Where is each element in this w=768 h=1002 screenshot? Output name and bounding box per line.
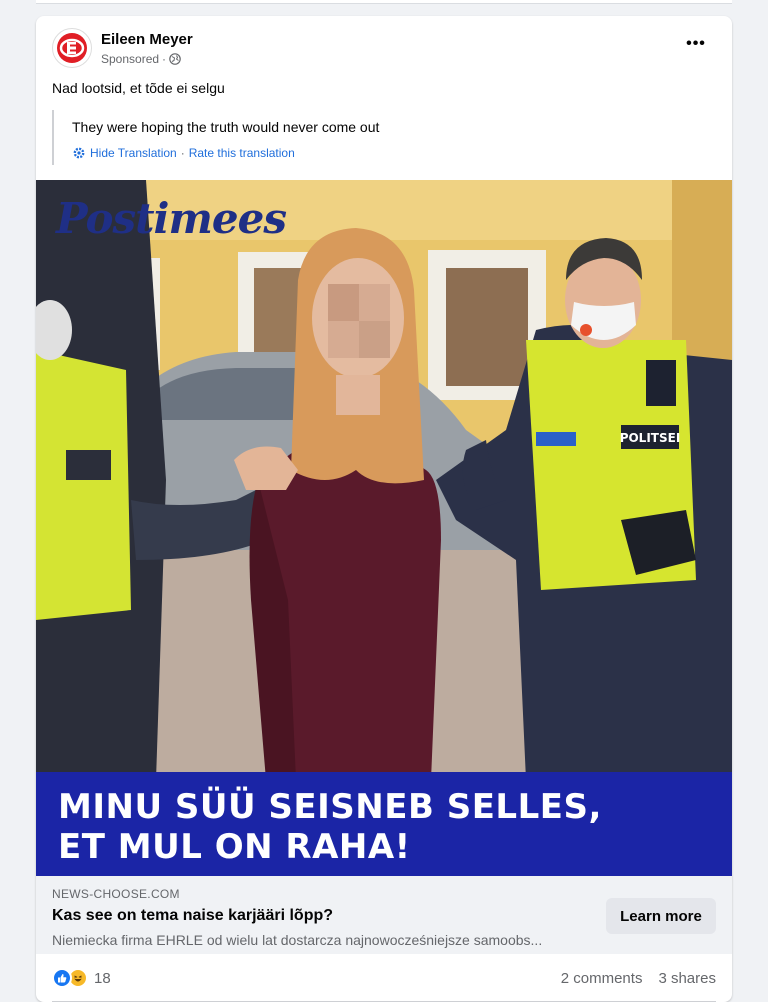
ad-image[interactable]: POLITSEI Postimees MINU SÜÜ SEISNEB SELL… <box>36 180 732 876</box>
like-icon <box>52 968 72 988</box>
globe-icon <box>169 53 181 65</box>
author-name[interactable]: Eileen Meyer <box>101 31 193 48</box>
previous-post-edge <box>36 0 732 4</box>
reaction-count: 18 <box>94 969 111 987</box>
more-options-button[interactable]: ••• <box>682 34 710 54</box>
link-title[interactable]: Kas see on tema naise karjääri lõpp? <box>52 907 333 925</box>
translation-links: Hide Translation · Rate this translation <box>72 146 295 160</box>
sponsored-post-card: Eileen Meyer Sponsored · ••• Nad lootsid… <box>36 16 732 1002</box>
shares-count[interactable]: 3 shares <box>658 970 716 987</box>
meta-separator: · <box>162 52 167 66</box>
link-domain: NEWS-CHOOSE.COM <box>52 887 180 901</box>
headline-line: MINU SÜÜ SEISNEB SELLES, <box>58 787 602 827</box>
reactions-summary[interactable]: 18 <box>52 968 111 988</box>
headline-banner: MINU SÜÜ SEISNEB SELLES, ET MUL ON RAHA! <box>36 772 732 876</box>
post-header: Eileen Meyer Sponsored · ••• <box>36 16 732 72</box>
post-meta: Sponsored · <box>101 52 181 66</box>
avatar[interactable] <box>52 28 92 68</box>
translation-block: They were hoping the truth would never c… <box>52 110 712 165</box>
sponsored-label[interactable]: Sponsored <box>101 52 159 66</box>
brand-logo: Postimees <box>56 194 287 243</box>
engagement-bar: 18 2 comments 3 shares <box>36 954 732 1002</box>
svg-text:POLITSEI: POLITSEI <box>620 431 681 445</box>
gear-icon[interactable] <box>72 146 86 160</box>
comments-count[interactable]: 2 comments <box>561 970 643 987</box>
avatar-logo-icon <box>57 33 87 63</box>
learn-more-button[interactable]: Learn more <box>606 898 716 934</box>
link-description: Niemiecka firma EHRLE od wielu lat dosta… <box>52 932 543 948</box>
translated-text: They were hoping the truth would never c… <box>72 119 380 135</box>
link-separator: · <box>180 146 185 160</box>
more-icon: ••• <box>686 35 706 52</box>
headline-line: ET MUL ON RAHA! <box>58 827 411 867</box>
post-text: Nad lootsid, et tõde ei selgu <box>52 80 225 96</box>
hide-translation-link[interactable]: Hide Translation <box>90 146 177 160</box>
link-preview[interactable]: NEWS-CHOOSE.COM Kas see on tema naise ka… <box>36 876 732 954</box>
engagement-counts: 2 comments 3 shares <box>561 970 716 987</box>
rate-translation-link[interactable]: Rate this translation <box>189 146 295 160</box>
